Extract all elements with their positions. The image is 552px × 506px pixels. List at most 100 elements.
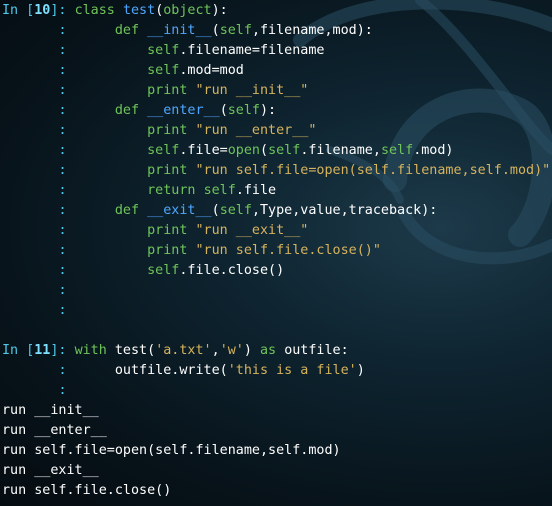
prompt-indent xyxy=(2,123,58,138)
prompt-indent xyxy=(2,103,58,118)
continuation-marker: : xyxy=(58,103,67,118)
code-token-str: "run __exit__" xyxy=(195,223,309,238)
code-token-var: ): xyxy=(260,103,277,118)
code-token-str: 'a.txt' xyxy=(155,343,212,358)
output-line: run self.file=open(self.filename,self.mo… xyxy=(2,441,341,461)
code-token-fn: test xyxy=(122,3,156,18)
prompt-indent xyxy=(2,163,58,178)
prompt-indent xyxy=(2,303,58,318)
continuation-line: : print "run __init__" xyxy=(2,81,308,101)
code-token-kw: print xyxy=(147,243,196,258)
prompt-gap xyxy=(67,203,83,218)
code-token-var: ) xyxy=(243,343,260,358)
continuation-line: : self.filename=filename xyxy=(2,41,324,61)
code-token-var: .mod=mod xyxy=(179,63,244,78)
prompt-indent xyxy=(2,283,58,298)
code-token-slf: self xyxy=(203,183,236,198)
prompt-gap xyxy=(67,283,83,298)
code-token-slf: self xyxy=(268,143,301,158)
code-token-kw: print xyxy=(147,223,196,238)
continuation-line: : xyxy=(2,381,83,401)
prompt-indent xyxy=(2,43,58,58)
output-text: run self.file=open(self.filename,self.mo… xyxy=(2,443,341,458)
code-token-fn: __exit__ xyxy=(147,203,212,218)
code-token-kw: def xyxy=(114,103,148,118)
code-token-var: ( xyxy=(260,143,269,158)
continuation-line: : self.file=open(self.filename,self.mod) xyxy=(2,141,454,161)
output-text: run __enter__ xyxy=(2,423,107,438)
prompt-number: 10 xyxy=(34,3,51,18)
prompt-gap xyxy=(67,363,83,378)
prompt-indent xyxy=(2,263,58,278)
output-text: run __init__ xyxy=(2,403,99,418)
code-token-kw: print xyxy=(147,83,196,98)
code-token-fn: __init__ xyxy=(147,23,212,38)
code-token-bi: object xyxy=(163,3,212,18)
code-token-var: ( xyxy=(219,103,228,118)
prompt-in-label: In [ xyxy=(2,343,35,358)
continuation-line: : xyxy=(2,281,83,301)
code-token-var: test( xyxy=(114,343,156,358)
continuation-marker: : xyxy=(58,143,67,158)
prompt-in-close: ]: xyxy=(50,3,67,18)
continuation-line: : def __init__(self,filename,mod): xyxy=(2,21,373,41)
prompt-in-close: ]: xyxy=(50,343,67,358)
output-line: run __init__ xyxy=(2,401,99,421)
prompt-gap xyxy=(67,223,83,238)
prompt-number: 11 xyxy=(34,343,51,358)
prompt-gap xyxy=(67,303,83,318)
prompt-indent xyxy=(2,383,58,398)
continuation-line: : print "run self.file.close()" xyxy=(2,241,381,261)
code-token-slf: self xyxy=(219,203,252,218)
code-token-var: ,filename,mod): xyxy=(251,23,373,38)
ipython-terminal[interactable]: In [10]: class test(object): : def __ini… xyxy=(0,0,552,506)
continuation-line: : self.file.close() xyxy=(2,261,284,281)
continuation-line: : self.mod=mod xyxy=(2,61,244,81)
code-token-str: "run self.file.close()" xyxy=(195,243,381,258)
continuation-line: : print "run __enter__" xyxy=(2,121,316,141)
continuation-marker: : xyxy=(58,363,67,378)
code-token-kw: print xyxy=(147,163,196,178)
prompt-gap xyxy=(67,123,83,138)
code-token-str: "run __init__" xyxy=(195,83,309,98)
code-token-kw: with xyxy=(74,343,115,358)
continuation-marker: : xyxy=(58,23,67,38)
continuation-marker: : xyxy=(58,223,67,238)
code-token-bi: open xyxy=(227,143,260,158)
prompt-gap xyxy=(67,83,83,98)
code-token-var: .file= xyxy=(179,143,228,158)
code-token-str: 'this is a file' xyxy=(227,363,357,378)
code-token-str: "run self.file=open(self.filename,self.m… xyxy=(195,163,551,178)
code-token-kw: print xyxy=(147,123,196,138)
prompt-indent xyxy=(2,63,58,78)
prompt-gap xyxy=(67,243,83,258)
code-token-kw: as xyxy=(260,343,285,358)
continuation-marker: : xyxy=(58,63,67,78)
prompt-gap xyxy=(67,263,83,278)
prompt-gap xyxy=(67,103,83,118)
code-token-var: .mod) xyxy=(413,143,454,158)
code-token-kw: def xyxy=(114,23,148,38)
continuation-marker: : xyxy=(58,43,67,58)
code-token-var: outfile: xyxy=(284,343,349,358)
code-token-slf: self xyxy=(147,263,180,278)
continuation-marker: : xyxy=(58,123,67,138)
code-token-var: .file xyxy=(235,183,277,198)
prompt-gap xyxy=(67,63,83,78)
code-token-var: outfile.write( xyxy=(114,363,228,378)
continuation-line: : return self.file xyxy=(2,181,276,201)
continuation-marker: : xyxy=(58,83,67,98)
code-token-var: ( xyxy=(211,203,220,218)
continuation-marker: : xyxy=(58,163,67,178)
continuation-line: : print "run self.file=open(self.filenam… xyxy=(2,161,550,181)
code-token-slf: self xyxy=(147,63,180,78)
input-prompt-line: In [10]: class test(object): xyxy=(2,1,228,21)
